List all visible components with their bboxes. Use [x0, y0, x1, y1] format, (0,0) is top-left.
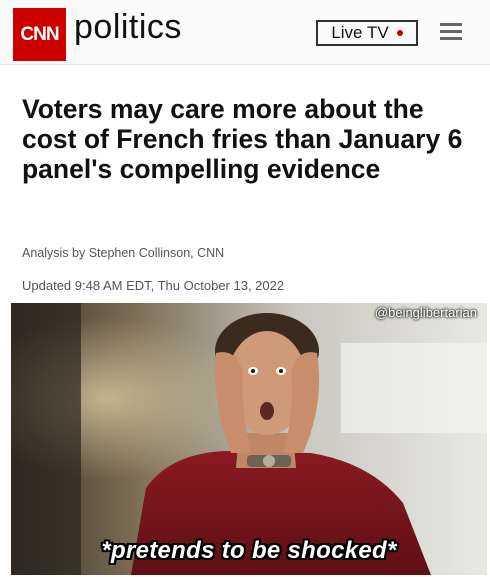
article-timestamp: Updated 9:48 AM EDT, Thu October 13, 202…: [22, 278, 285, 293]
live-indicator-icon: [396, 30, 403, 36]
live-tv-button[interactable]: Live TV: [316, 20, 418, 46]
cnn-logo[interactable]: CNN: [13, 8, 66, 61]
meme-watermark: @beinglibertarian: [374, 305, 477, 320]
live-tv-label: Live TV: [331, 23, 389, 42]
article-byline: Analysis by Stephen Collinson, CNN: [22, 246, 225, 260]
section-title[interactable]: politics: [74, 8, 182, 47]
meme-caption: *pretends to be shocked*: [101, 537, 397, 564]
shocked-man-photo: [11, 303, 487, 575]
meme-image: @beinglibertarian *pretends to be shocke…: [11, 303, 487, 575]
site-header: CNN politics Live TV: [0, 0, 490, 65]
hamburger-menu-icon[interactable]: [440, 23, 462, 41]
article-headline: Voters may care more about the cost of F…: [22, 94, 463, 184]
